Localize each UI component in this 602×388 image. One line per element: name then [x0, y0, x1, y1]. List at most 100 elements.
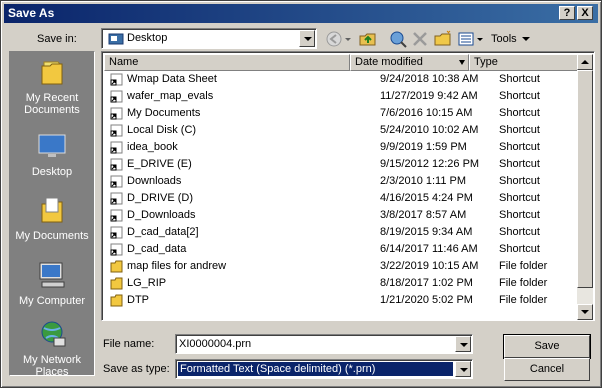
file-row[interactable]: Wmap Data Sheet 9/24/2018 10:38 AM Shortcu… [104, 71, 578, 88]
file-name: map files for andrew [127, 260, 227, 272]
file-row[interactable]: My Documents 7/6/2016 10:15 AM Shortcut [104, 105, 578, 122]
file-name: Downloads [127, 175, 182, 187]
file-name: D_Downloads [127, 209, 196, 221]
save-as-dialog: Save As ? X Save in: Desktop Tools My Re… [0, 0, 602, 388]
close-button[interactable]: X [577, 6, 593, 20]
save-as-type-label: Save as type: [103, 363, 170, 375]
place-label: Desktop [31, 166, 73, 178]
place-label: My Computer [18, 295, 86, 307]
file-row[interactable]: Downloads 2/3/2010 1:11 PM Shortcut [104, 173, 578, 190]
file-date: 9/24/2018 10:38 AM [380, 73, 479, 85]
my-computer-icon [39, 262, 65, 288]
shortcut-icon [110, 243, 123, 256]
place-my-documents[interactable]: My Documents [10, 194, 94, 242]
network-places-icon [41, 321, 66, 347]
file-type: Shortcut [499, 107, 540, 119]
file-row[interactable]: E_DRIVE (E) 9/15/2012 12:26 PM Shortcut [104, 156, 578, 173]
save-as-type-dropdown[interactable]: Formatted Text (Space delimited) (*.prn) [175, 359, 473, 379]
file-row[interactable]: wafer_map_evals 11/27/2019 9:42 AM Shortcu… [104, 88, 578, 105]
new-folder-icon[interactable] [432, 28, 454, 50]
column-header-name[interactable]: Name [104, 54, 350, 71]
file-type: Shortcut [499, 243, 540, 255]
file-row[interactable]: D_Downloads 3/8/2017 8:57 AM Shortcut [104, 207, 578, 224]
place-my-network-places[interactable]: My Network Places [10, 318, 94, 378]
file-name: DTP [127, 294, 149, 306]
chevron-down-icon [521, 37, 530, 41]
shortcut-icon [110, 73, 123, 86]
views-icon[interactable] [456, 28, 484, 50]
file-type: Shortcut [499, 90, 540, 102]
shortcut-icon [110, 209, 123, 222]
back-icon[interactable] [323, 28, 345, 50]
file-type: Shortcut [499, 73, 540, 85]
column-header-type[interactable]: Type [469, 54, 578, 71]
column-header-label: Date modified [355, 56, 423, 68]
help-button[interactable]: ? [559, 6, 575, 20]
chevron-down-icon[interactable] [455, 361, 471, 377]
file-date: 4/16/2015 4:24 PM [380, 192, 473, 204]
file-type: Shortcut [499, 226, 540, 238]
save-in-dropdown[interactable]: Desktop [101, 28, 317, 49]
file-row[interactable]: D_cad_data[2] 8/19/2015 9:34 AM Shortcut [104, 224, 578, 241]
file-type: Shortcut [499, 209, 540, 221]
window-title: Save As [8, 6, 55, 20]
file-row[interactable]: Local Disk (C) 5/24/2010 10:02 AM Shortcut [104, 122, 578, 139]
chevron-down-icon[interactable] [299, 30, 315, 47]
file-name: Local Disk (C) [127, 124, 197, 136]
tools-menu[interactable]: Tools [491, 33, 530, 45]
file-name: My Documents [127, 107, 201, 119]
place-label: My Network Places [22, 354, 82, 378]
folder-icon [110, 277, 123, 290]
scroll-up-button[interactable] [577, 54, 593, 70]
file-row[interactable]: DTP 1/21/2020 5:02 PM File folder [104, 292, 578, 309]
place-my-computer[interactable]: My Computer [10, 259, 94, 307]
file-date: 8/19/2015 9:34 AM [380, 226, 473, 238]
up-folder-icon[interactable] [357, 28, 379, 50]
cancel-button[interactable]: Cancel [504, 358, 590, 381]
scroll-thumb[interactable] [577, 70, 593, 288]
shortcut-icon [110, 107, 123, 120]
delete-icon[interactable] [409, 28, 431, 50]
shortcut-icon [110, 124, 123, 137]
filename-input[interactable]: XI0000004.prn [175, 334, 473, 354]
desktop-icon [38, 134, 66, 157]
file-date: 5/24/2010 10:02 AM [380, 124, 479, 136]
file-type: Shortcut [499, 124, 540, 136]
file-name: wafer_map_evals [127, 90, 214, 102]
place-my-recent-documents[interactable]: My Recent Documents [10, 56, 94, 116]
file-name: D_DRIVE (D) [127, 192, 194, 204]
file-date: 9/15/2012 12:26 PM [380, 158, 480, 170]
file-name: idea_book [127, 141, 178, 153]
file-row[interactable]: LG_RIP 8/18/2017 1:02 PM File folder [104, 275, 578, 292]
file-row[interactable]: idea_book 9/9/2019 1:59 PM Shortcut [104, 139, 578, 156]
place-label: My Documents [15, 230, 89, 242]
place-label: My Recent Documents [24, 92, 80, 116]
title-bar[interactable]: Save As ? X [4, 4, 598, 23]
file-name: E_DRIVE (E) [127, 158, 192, 170]
file-list[interactable]: Name Date modified Type Wmap Data Sheet 9… [101, 51, 595, 321]
file-row[interactable]: D_DRIVE (D) 4/16/2015 4:24 PM Shortcut [104, 190, 578, 207]
file-row[interactable]: map files for andrew 3/22/2019 10:15 AM Fi… [104, 258, 578, 275]
file-type: Shortcut [499, 175, 540, 187]
file-date: 7/6/2016 10:15 AM [380, 107, 473, 119]
vertical-scrollbar[interactable] [577, 54, 593, 320]
shortcut-icon [110, 175, 123, 188]
save-as-type-value: Formatted Text (Space delimited) (*.prn) [177, 361, 454, 377]
shortcut-icon [110, 141, 123, 154]
save-in-label: Save in: [37, 33, 77, 45]
column-header-date[interactable]: Date modified [350, 54, 469, 71]
chevron-down-icon [581, 310, 589, 314]
sort-desc-icon [459, 60, 465, 65]
file-date: 3/22/2019 10:15 AM [380, 260, 479, 272]
search-web-icon[interactable] [387, 28, 409, 50]
save-button[interactable]: Save [503, 334, 591, 359]
shortcut-icon [110, 158, 123, 171]
file-type: File folder [499, 294, 548, 306]
scroll-down-button[interactable] [577, 304, 593, 320]
file-row[interactable]: D_cad_data 6/14/2017 11:46 AM Shortcut [104, 241, 578, 258]
back-dropdown-icon[interactable] [343, 28, 353, 50]
desktop-icon [108, 33, 124, 45]
shortcut-icon [110, 226, 123, 239]
place-desktop[interactable]: Desktop [10, 130, 94, 178]
chevron-down-icon[interactable] [455, 336, 471, 352]
